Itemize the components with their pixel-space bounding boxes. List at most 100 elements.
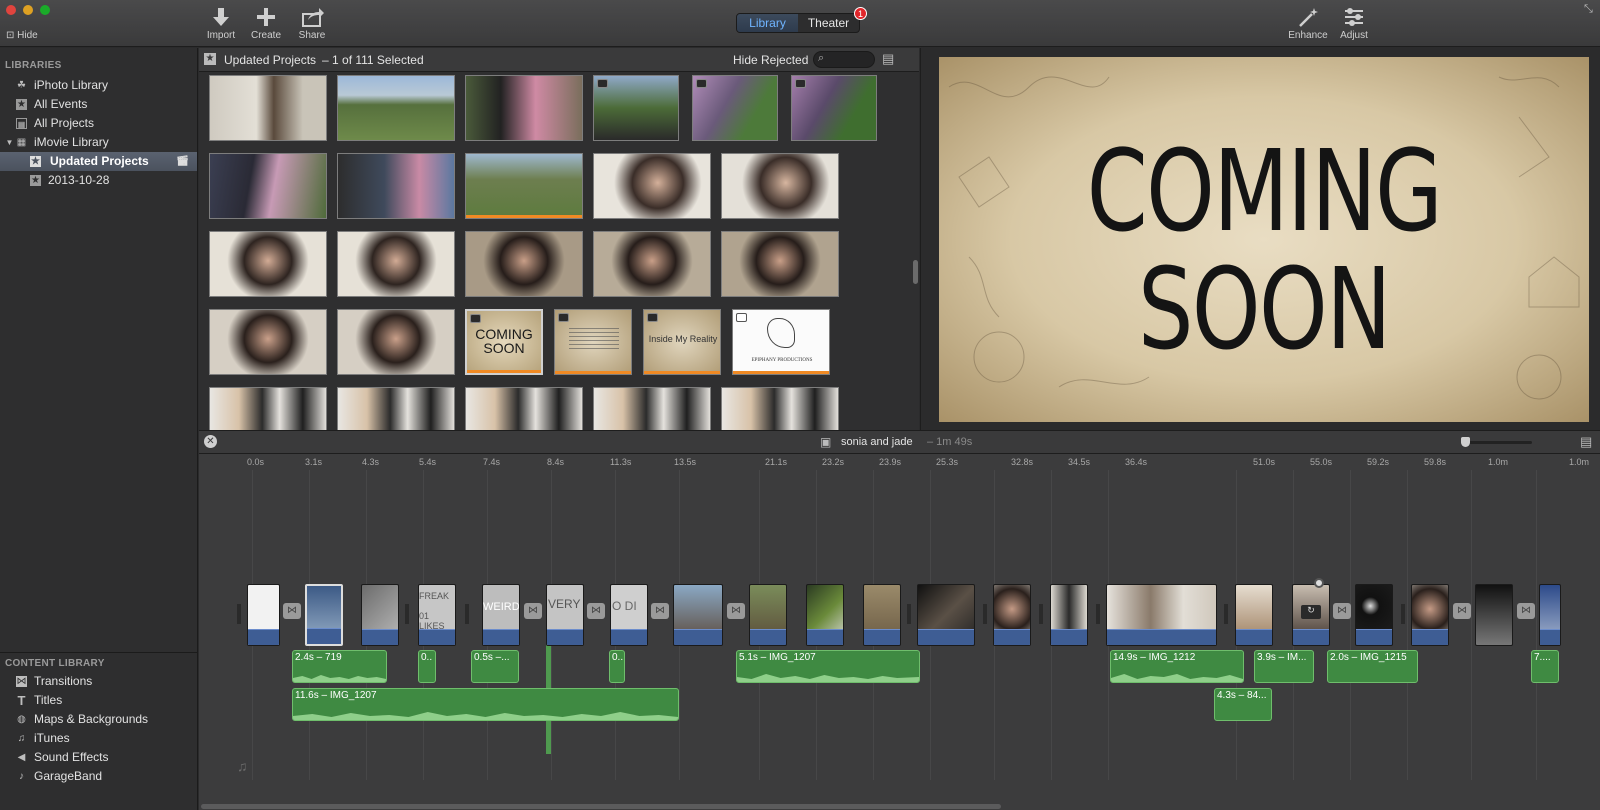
timeline-clip[interactable]: [673, 584, 723, 646]
clip-thumbnail[interactable]: [209, 387, 327, 430]
speed-icon[interactable]: ↻: [1301, 605, 1321, 619]
clip-thumbnail[interactable]: [209, 153, 327, 219]
clip-thumbnail[interactable]: [209, 309, 327, 375]
transition-icon[interactable]: ⋈: [283, 603, 301, 619]
enhance-button[interactable]: Enhance: [1283, 6, 1333, 41]
sidebar-item-all-events[interactable]: ★ All Events: [0, 95, 197, 114]
audio-clip[interactable]: 0..: [609, 650, 625, 683]
clip-thumbnail[interactable]: [209, 75, 327, 141]
clip-thumbnail[interactable]: [593, 231, 711, 297]
transition-icon[interactable]: ⋈: [727, 603, 745, 619]
zoom-window-button[interactable]: [40, 5, 50, 15]
timeline-clip[interactable]: [1475, 584, 1513, 646]
clip-thumbnail[interactable]: [337, 75, 455, 141]
timeline-clip[interactable]: WEIRD: [482, 584, 520, 646]
timeline-clip[interactable]: [1106, 584, 1217, 646]
timeline-clip[interactable]: [993, 584, 1031, 646]
audio-clip[interactable]: 14.9s – IMG_1212: [1110, 650, 1244, 683]
timeline-clip[interactable]: [1411, 584, 1449, 646]
audio-clip[interactable]: 3.9s – IM...: [1254, 650, 1314, 683]
transition-icon[interactable]: ⋈: [1517, 603, 1535, 619]
clip-thumbnail[interactable]: [721, 387, 839, 430]
clip-thumbnail[interactable]: [721, 231, 839, 297]
sidebar-item-maps-backgrounds[interactable]: ◍ Maps & Backgrounds: [0, 710, 197, 729]
clip-thumbnail[interactable]: [593, 387, 711, 430]
sidebar-item-iphoto-library[interactable]: ☘ iPhoto Library: [0, 76, 197, 95]
timeline-clip[interactable]: O DI: [610, 584, 648, 646]
fullscreen-icon[interactable]: ⤡: [1584, 3, 1593, 16]
project-settings-icon[interactable]: ▣: [820, 435, 831, 449]
tab-theater[interactable]: Theater: [798, 14, 859, 32]
import-button[interactable]: Import: [196, 6, 246, 41]
minimize-window-button[interactable]: [23, 5, 33, 15]
transition-icon[interactable]: ⋈: [1333, 603, 1351, 619]
audio-clip[interactable]: 11.6s – IMG_1207: [292, 688, 679, 721]
audio-clip[interactable]: 2.4s – 719: [292, 650, 387, 683]
browser-scrollbar[interactable]: [913, 260, 918, 284]
timeline-clip[interactable]: VERY: [546, 584, 584, 646]
transition-icon[interactable]: ⋈: [1453, 603, 1471, 619]
sidebar-item-garageband[interactable]: ♪ GarageBand: [0, 767, 197, 786]
timeline-clip[interactable]: [917, 584, 975, 646]
zoom-slider-knob[interactable]: [1461, 437, 1470, 447]
zoom-slider[interactable]: [1461, 437, 1532, 447]
timeline-clip[interactable]: [1539, 584, 1561, 646]
timeline-clip[interactable]: [1355, 584, 1393, 646]
audio-clip[interactable]: 5.1s – IMG_1207: [736, 650, 920, 683]
clip-marker-icon[interactable]: [1314, 578, 1324, 588]
transition-icon[interactable]: ⋈: [524, 603, 542, 619]
timeline-clip[interactable]: ↻: [1292, 584, 1330, 646]
event-browser[interactable]: COMING SOON Inside My Reality EPIPHANY P…: [199, 72, 919, 430]
clip-thumbnail[interactable]: [337, 231, 455, 297]
close-window-button[interactable]: [6, 5, 16, 15]
adjust-button[interactable]: Adjust: [1329, 6, 1379, 41]
audio-clip[interactable]: 0..: [418, 650, 436, 683]
title-thumbnail[interactable]: Inside My Reality: [643, 309, 721, 375]
clip-thumbnail[interactable]: [465, 387, 583, 430]
clip-thumbnail[interactable]: [209, 231, 327, 297]
hide-sidebar-button[interactable]: ⊡ Hide: [6, 30, 38, 41]
share-button[interactable]: Share: [287, 6, 337, 41]
clip-thumbnail[interactable]: [337, 309, 455, 375]
timeline-clip[interactable]: [863, 584, 901, 646]
audio-clip[interactable]: 4.3s – 84...: [1214, 688, 1272, 721]
timeline-clip[interactable]: [806, 584, 844, 646]
disclosure-triangle-icon[interactable]: ▼: [4, 137, 15, 148]
timeline[interactable]: 0.0s 3.1s 4.3s 5.4s 7.4s 8.4s 11.3s 13.5…: [199, 454, 1600, 810]
audio-clip[interactable]: 2.0s – IMG_1215: [1327, 650, 1418, 683]
timeline-clip[interactable]: [1050, 584, 1088, 646]
tab-library[interactable]: Library: [737, 14, 798, 32]
timeline-clip[interactable]: [1235, 584, 1273, 646]
viewer-frame[interactable]: COMING SOON: [939, 57, 1589, 422]
timeline-clip[interactable]: [305, 584, 343, 646]
sidebar-item-updated-projects[interactable]: ★ Updated Projects 🎬︎: [0, 152, 197, 171]
audio-clip[interactable]: 0.5s –...: [471, 650, 519, 683]
audio-clip[interactable]: 7....: [1531, 650, 1559, 683]
clip-thumbnail[interactable]: [692, 75, 778, 141]
clip-thumbnail[interactable]: [465, 153, 583, 219]
sidebar-item-itunes[interactable]: ♫ iTunes: [0, 729, 197, 748]
title-thumbnail[interactable]: COMING SOON: [465, 309, 543, 375]
timeline-clip[interactable]: FREAK 01 LIKES: [418, 584, 456, 646]
transition-icon[interactable]: ⋈: [651, 603, 669, 619]
timeline-clip[interactable]: [749, 584, 787, 646]
clip-thumbnail[interactable]: [593, 75, 679, 141]
clapperboard-icon[interactable]: 🎬︎: [176, 156, 189, 167]
timeline-scrollbar[interactable]: [201, 804, 1001, 809]
sidebar-item-2013-10-28[interactable]: ★ 2013-10-28: [0, 171, 197, 190]
sidebar-item-titles[interactable]: T Titles: [0, 691, 197, 710]
clip-thumbnail[interactable]: [593, 153, 711, 219]
search-input[interactable]: ⌕: [813, 51, 875, 68]
timeline-clip[interactable]: [361, 584, 399, 646]
transition-icon[interactable]: ⋈: [587, 603, 605, 619]
sidebar-item-imovie-library[interactable]: ▼ ▦ iMovie Library: [0, 133, 197, 152]
title-thumbnail[interactable]: EPIPHANY PRODUCTIONS: [732, 309, 830, 375]
filmstrip-settings-icon[interactable]: ▤: [1580, 434, 1592, 450]
clip-thumbnail[interactable]: [465, 75, 583, 141]
clip-thumbnail[interactable]: [337, 387, 455, 430]
timeline-clip[interactable]: [247, 584, 280, 646]
create-button[interactable]: Create: [241, 6, 291, 41]
clip-thumbnail[interactable]: [465, 231, 583, 297]
hide-rejected-popup[interactable]: Hide Rejected ⇕: [733, 53, 822, 67]
filmstrip-settings-icon[interactable]: ▤: [882, 51, 894, 67]
